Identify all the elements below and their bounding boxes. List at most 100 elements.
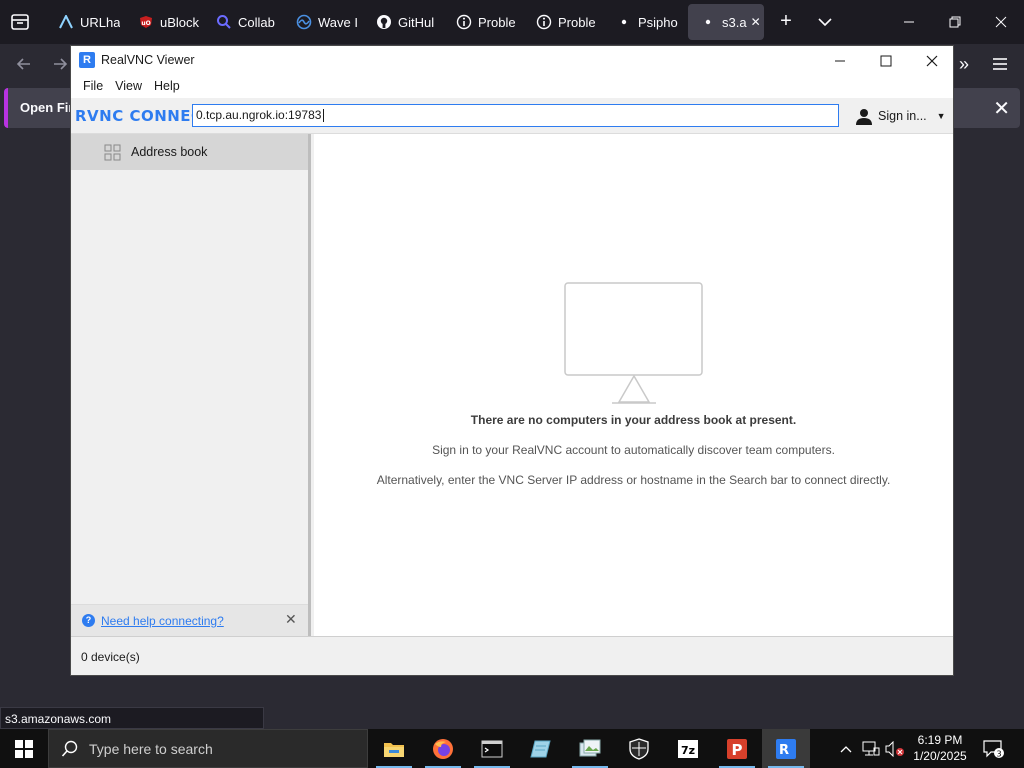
link-status-bar: s3.amazonaws.com — [0, 707, 264, 729]
sign-in-button[interactable]: Sign in... ▼ — [855, 106, 946, 126]
minimize-icon[interactable] — [886, 0, 932, 44]
tab-label: Collab — [238, 14, 275, 30]
forward-arrow-icon[interactable] — [48, 52, 72, 76]
sidebar: Address book ? Need help connecting? ✕ — [71, 134, 311, 636]
tab-label: uBlock — [160, 14, 200, 30]
tab-label: URLha — [80, 14, 120, 30]
overflow-chevrons-icon[interactable]: » — [952, 52, 976, 76]
browser-tab-active[interactable]: s3.a ✕ — [688, 4, 764, 40]
7zip-icon[interactable]: 7z — [664, 729, 712, 768]
notification-count: 3 — [996, 749, 1001, 758]
taskbar-search-box[interactable]: Type here to search — [48, 729, 368, 768]
action-center-icon[interactable]: 3 — [980, 729, 1008, 768]
status-bar: 0 device(s) — [71, 636, 953, 675]
dropdown-triangle-icon: ▼ — [936, 111, 946, 121]
realvnc-window: R RealVNC Viewer File View Help RVNC CON… — [70, 45, 954, 676]
system-clock[interactable]: 6:19 PM 1/20/2025 — [908, 732, 972, 764]
menu-help[interactable]: Help — [148, 76, 186, 98]
close-window-icon[interactable] — [909, 46, 955, 76]
text-caret — [323, 109, 325, 123]
close-window-icon[interactable] — [978, 0, 1024, 44]
empty-state-title: There are no computers in your address b… — [470, 413, 797, 427]
restore-icon[interactable] — [932, 0, 978, 44]
taskbar: Type here to search 7z P R 6:19 PM 1/20/… — [0, 729, 1024, 768]
info-icon — [456, 14, 472, 30]
chevron-up-icon[interactable] — [836, 729, 856, 768]
maximize-icon[interactable] — [863, 46, 909, 76]
person-icon — [856, 109, 872, 125]
grid-icon — [104, 144, 121, 161]
chevron-down-icon[interactable] — [816, 12, 834, 32]
menu-file[interactable]: File — [77, 76, 109, 98]
browser-tab-bar: URLha uO uBlock Collab Wave I GitHul Pro… — [0, 0, 1024, 44]
menu-view[interactable]: View — [109, 76, 148, 98]
window-title-bar: R RealVNC Viewer — [71, 46, 953, 76]
svg-text:7z: 7z — [681, 744, 695, 757]
new-tab-icon[interactable]: + — [776, 10, 796, 34]
psiphon-icon[interactable]: P — [713, 729, 761, 768]
network-icon[interactable] — [860, 729, 882, 768]
browser-tab[interactable]: uO uBlock — [126, 4, 200, 40]
firefox-icon[interactable] — [419, 729, 467, 768]
browser-tab[interactable]: GitHul — [364, 4, 438, 40]
browser-tab[interactable]: Proble — [444, 4, 518, 40]
wave-icon — [296, 14, 312, 30]
security-shield-icon[interactable] — [615, 729, 663, 768]
clock-date: 1/20/2025 — [913, 749, 967, 763]
help-link[interactable]: Need help connecting? — [101, 614, 224, 628]
tab-label: Proble — [558, 14, 596, 30]
realvnc-taskbar-icon[interactable]: R — [762, 729, 810, 768]
tab-label: Proble — [478, 14, 516, 30]
monitor-icon — [564, 282, 703, 404]
browser-tab[interactable]: Psipho — [604, 4, 678, 40]
empty-state-text: Alternatively, enter the VNC Server IP a… — [376, 473, 891, 487]
back-arrow-icon[interactable] — [12, 52, 36, 76]
ublock-icon: uO — [138, 14, 154, 30]
github-icon — [376, 14, 392, 30]
svg-text:P: P — [732, 741, 743, 759]
terminal-icon[interactable] — [468, 729, 516, 768]
window-title: RealVNC Viewer — [101, 53, 195, 67]
info-icon — [536, 14, 552, 30]
tab-label: s3.a — [722, 14, 747, 30]
search-placeholder: Type here to search — [89, 741, 213, 757]
empty-state-text: Sign in to your RealVNC account to autom… — [432, 443, 835, 457]
clock-time: 6:19 PM — [917, 733, 963, 747]
browser-tab[interactable]: Proble — [524, 4, 598, 40]
tab-label: Psipho — [638, 14, 678, 30]
device-count: 0 device(s) — [81, 650, 140, 664]
urlhaus-icon — [58, 14, 74, 30]
search-input-value: 0.tcp.au.ngrok.io:19783 — [196, 108, 322, 122]
question-icon: ? — [82, 614, 95, 627]
close-notification-icon[interactable]: ✕ — [993, 96, 1010, 121]
svg-text:R: R — [779, 743, 789, 758]
image-viewer-icon[interactable] — [566, 729, 614, 768]
realvnc-logo-icon: R — [79, 52, 95, 68]
notepad-icon[interactable] — [517, 729, 565, 768]
hamburger-menu-icon[interactable] — [988, 52, 1012, 76]
search-icon — [216, 14, 232, 30]
close-tab-icon[interactable]: ✕ — [751, 15, 761, 29]
volume-muted-icon[interactable] — [884, 729, 906, 768]
sign-in-label: Sign in... — [878, 109, 927, 123]
address-book-panel: There are no computers in your address b… — [314, 134, 953, 636]
svg-text:uO: uO — [141, 20, 150, 27]
search-toolbar: RVNC CONNECT 0.tcp.au.ngrok.io:19783 Sig… — [71, 98, 953, 134]
help-banner: ? Need help connecting? ✕ — [71, 604, 308, 636]
browser-tab[interactable]: Collab — [204, 4, 278, 40]
tab-overview-icon[interactable] — [8, 10, 32, 34]
dot-icon — [616, 14, 632, 30]
browser-tab[interactable]: URLha — [46, 4, 120, 40]
sidebar-item-address-book[interactable]: Address book — [71, 134, 308, 170]
windows-start-icon[interactable] — [0, 729, 48, 768]
dot-icon — [700, 14, 716, 30]
browser-tab[interactable]: Wave I — [284, 4, 358, 40]
file-explorer-icon[interactable] — [370, 729, 418, 768]
search-input[interactable]: 0.tcp.au.ngrok.io:19783 — [192, 104, 839, 127]
tab-label: Wave I — [318, 14, 358, 30]
tab-label: GitHul — [398, 14, 435, 30]
search-icon — [61, 740, 78, 757]
minimize-icon[interactable] — [817, 46, 863, 76]
menu-bar: File View Help — [71, 76, 953, 98]
close-help-icon[interactable]: ✕ — [285, 611, 297, 628]
